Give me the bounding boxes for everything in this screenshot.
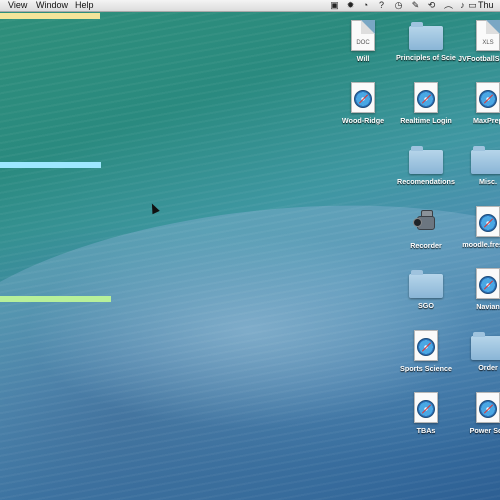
menu-view[interactable]: View — [8, 0, 27, 11]
desktop[interactable]: View Window Help ▣ ✹ ◔ ? ◷ ✎ ⟲ ︵ ♪ ▭ Thu… — [0, 0, 500, 500]
desktop-item-jvfootball-report[interactable]: XLS JVFootballS nReport2 — [458, 20, 500, 63]
adobe-icon[interactable]: ▣ — [330, 1, 339, 10]
desktop-item-tbas[interactable]: TBAs — [396, 392, 456, 435]
menu-help[interactable]: Help — [75, 0, 94, 11]
desktop-item-recorder[interactable]: Recorder — [396, 206, 456, 250]
desktop-item-realtime-login[interactable]: Realtime Login — [396, 82, 456, 125]
battery-icon[interactable]: ▭ — [468, 1, 477, 10]
cyan-bar — [0, 162, 101, 168]
desktop-item-recomendations[interactable]: Recomendations — [396, 144, 456, 186]
spreadsheet-icon: XLS — [476, 20, 500, 51]
folder-icon — [409, 22, 443, 50]
folder-icon — [471, 332, 500, 360]
safari-webloc-icon — [476, 392, 500, 423]
safari-webloc-icon — [351, 82, 375, 113]
folder-icon — [471, 146, 500, 174]
desktop-item-moodle[interactable]: moodle.fres du — [458, 206, 500, 249]
desktop-item-navian[interactable]: Navian — [458, 268, 500, 311]
wifi-icon[interactable]: ︵ — [444, 1, 453, 10]
video-camera-icon — [411, 206, 441, 238]
desktop-item-principles-of-science[interactable]: Principles of Science — [396, 20, 456, 62]
desktop-item-maxprep[interactable]: MaxPrep — [458, 82, 500, 125]
activity-icon[interactable]: ◷ — [394, 1, 403, 10]
menu-bar: View Window Help ▣ ✹ ◔ ? ◷ ✎ ⟲ ︵ ♪ ▭ Thu — [0, 0, 500, 12]
desktop-item-order[interactable]: Order — [458, 330, 500, 372]
desktop-item-will[interactable]: DOC Will — [333, 20, 393, 63]
safari-webloc-icon — [414, 82, 438, 113]
desktop-item-misc[interactable]: Misc. — [458, 144, 500, 186]
timer-icon[interactable]: ◔ — [361, 1, 370, 10]
safari-webloc-icon — [476, 206, 500, 237]
desktop-item-sports-science[interactable]: Sports Science — [396, 330, 456, 373]
desktop-item-power-school[interactable]: Power Sch — [458, 392, 500, 435]
safari-webloc-icon — [414, 392, 438, 423]
safari-webloc-icon — [476, 82, 500, 113]
time-machine-icon[interactable]: ⟲ — [427, 1, 436, 10]
gear-sync-icon[interactable]: ✹ — [346, 1, 355, 10]
folder-icon — [409, 146, 443, 174]
menu-window[interactable]: Window — [36, 0, 68, 11]
document-icon: DOC — [351, 20, 375, 51]
script-icon[interactable]: ✎ — [411, 1, 420, 10]
menu-clock[interactable]: Thu — [478, 0, 494, 11]
folder-icon — [409, 270, 443, 298]
desktop-item-sgo[interactable]: SGO — [396, 268, 456, 310]
volume-icon[interactable]: ♪ — [458, 1, 467, 10]
green-bar — [0, 296, 111, 302]
safari-webloc-icon — [476, 268, 500, 299]
yellow-bar — [0, 13, 100, 19]
desktop-item-wood-ridge[interactable]: Wood-Ridge — [333, 82, 393, 125]
safari-webloc-icon — [414, 330, 438, 361]
help-icon[interactable]: ? — [377, 1, 386, 10]
